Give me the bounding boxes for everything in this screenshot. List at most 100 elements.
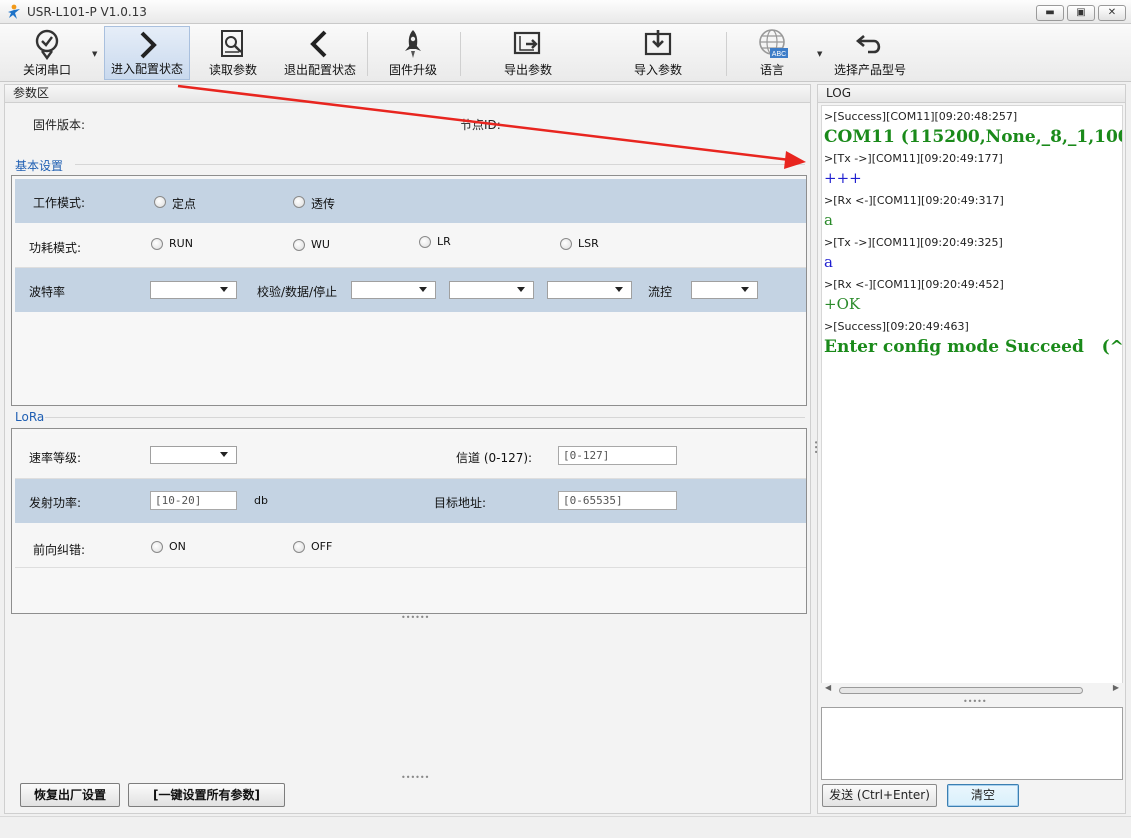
flow-control-select[interactable] (691, 281, 758, 299)
scroll-left-icon[interactable]: ◀ (825, 683, 831, 692)
lora-settings-title: LoRa (15, 410, 45, 424)
chevron-down-icon (741, 287, 749, 292)
rate-level-select[interactable] (150, 446, 237, 464)
log-rx-line: +OK (824, 295, 861, 313)
target-address-input[interactable]: [0-65535] (558, 491, 677, 510)
send-button[interactable]: 发送 (Ctrl+Enter) (822, 784, 937, 807)
power-mode-lr-radio[interactable] (419, 236, 431, 248)
language-button[interactable]: ABC 语言 (740, 26, 804, 80)
stop-bits-select[interactable] (547, 281, 632, 299)
firmware-upgrade-label: 固件升级 (388, 63, 437, 77)
splitter-handle[interactable]: ••••• (963, 697, 987, 706)
firmware-upgrade-button[interactable]: 固件升级 (380, 26, 446, 80)
enter-config-label: 进入配置状态 (110, 62, 183, 76)
fec-off-radio[interactable] (293, 541, 305, 553)
read-params-label: 读取参数 (208, 63, 257, 77)
basic-settings-title: 基本设置 (15, 159, 64, 173)
parity-data-stop-label: 校验/数据/停止 (257, 285, 338, 299)
chevron-down-icon (220, 287, 228, 292)
log-tx-line: +++ (824, 169, 862, 187)
chevron-down-icon (517, 287, 525, 292)
log-meta-line: >[Tx ->][COM11][09:20:49:177] (824, 152, 1003, 165)
send-text-area[interactable] (821, 707, 1123, 780)
work-mode-fixed-radio[interactable] (154, 196, 166, 208)
rate-level-label: 速率等级: (29, 451, 82, 465)
globe-icon: ABC (759, 29, 788, 58)
log-panel: LOG >[Success][COM11][09:20:48:257] COM1… (817, 84, 1126, 814)
baud-rate-select[interactable] (150, 281, 237, 299)
parity-select[interactable] (351, 281, 436, 299)
power-mode-wu-label: WU (311, 238, 330, 251)
group-divider (75, 164, 805, 165)
chevron-down-icon (220, 452, 228, 457)
work-mode-transparent-radio[interactable] (293, 196, 305, 208)
parameter-panel: 参数区 固件版本: 节点ID: 基本设置 工作模式: 定点 透传 功耗模式: R… (4, 84, 811, 814)
set-all-params-button[interactable]: [一键设置所有参数] (128, 783, 285, 807)
fec-on-radio[interactable] (151, 541, 163, 553)
exit-config-button[interactable]: 退出配置状态 (280, 26, 360, 80)
minimize-icon: ▬ (1045, 7, 1055, 18)
enter-config-button[interactable]: 进入配置状态 (104, 26, 190, 80)
data-bits-select[interactable] (449, 281, 534, 299)
splitter-handle[interactable]: •••••• (401, 773, 429, 782)
title-bar: USR-L101-P V1.0.13 ▬ ▣ ✕ (0, 0, 1131, 24)
splitter-handle[interactable]: •••••• (401, 613, 429, 622)
maximize-button[interactable]: ▣ (1067, 5, 1095, 21)
undo-arrow-icon (855, 35, 881, 54)
log-meta-line: >[Tx ->][COM11][09:20:49:325] (824, 236, 1003, 249)
chevron-down-icon[interactable]: ▼ (92, 50, 97, 58)
close-button[interactable]: ✕ (1098, 5, 1126, 21)
work-mode-label: 工作模式: (33, 196, 86, 210)
toolbar-separator (726, 32, 727, 76)
window-title: USR-L101-P V1.0.13 (27, 5, 147, 19)
power-mode-wu-radio[interactable] (293, 239, 305, 251)
fec-row: 前向纠错: ON OFF (15, 523, 806, 568)
restore-factory-button[interactable]: 恢复出厂设置 (20, 783, 120, 807)
toolbar-separator (367, 32, 368, 76)
log-horizontal-scrollbar[interactable]: ◀ ▶ (821, 683, 1123, 697)
minimize-button[interactable]: ▬ (1036, 5, 1064, 21)
import-icon (644, 30, 672, 56)
toolbar: 关闭串口 ▼ 进入配置状态 读取参数 退出配置状态 固件升级 导出参数 导入参数… (0, 24, 1131, 82)
basic-settings-group: 工作模式: 定点 透传 功耗模式: RUN WU LR LSR 波特率 校验/数… (11, 175, 807, 406)
power-mode-lsr-radio[interactable] (560, 238, 572, 250)
tx-power-input[interactable]: [10-20] (150, 491, 237, 510)
clear-button[interactable]: 清空 (947, 784, 1019, 807)
power-mode-run-radio[interactable] (151, 238, 163, 250)
fec-on-label: ON (169, 540, 186, 553)
scroll-right-icon[interactable]: ▶ (1113, 683, 1119, 692)
log-meta-line: >[Success][COM11][09:20:48:257] (824, 110, 1018, 123)
maximize-icon: ▣ (1076, 7, 1086, 18)
chevron-right-icon (140, 31, 157, 59)
scrollbar-thumb[interactable] (839, 687, 1083, 694)
power-mode-lr-label: LR (437, 235, 451, 248)
select-product-button[interactable]: 选择产品型号 (830, 26, 910, 80)
close-port-label: 关闭串口 (22, 63, 71, 77)
channel-label: 信道 (0-127): (456, 451, 533, 465)
toolbar-separator (460, 32, 461, 76)
close-port-button[interactable]: 关闭串口 (14, 26, 80, 80)
log-success-line: Enter config mode Succeed (^_^) (824, 337, 1123, 357)
channel-input[interactable]: [0-127] (558, 446, 677, 465)
flow-control-label: 流控 (648, 285, 673, 299)
export-icon (513, 31, 541, 55)
tx-power-label: 发射功率: (29, 496, 82, 510)
log-tx-line: a (824, 253, 833, 271)
chevron-down-icon (615, 287, 623, 292)
power-mode-label: 功耗模式: (29, 241, 82, 255)
log-output: >[Success][COM11][09:20:48:257] COM11 (1… (821, 105, 1123, 688)
rocket-icon (405, 30, 421, 58)
tx-power-unit: db (254, 494, 268, 507)
document-search-icon (221, 30, 243, 57)
serial-config-row: 波特率 校验/数据/停止 流控 (15, 268, 806, 312)
chevron-down-icon[interactable]: ▼ (817, 50, 822, 58)
status-bar (0, 816, 1131, 838)
node-id-label: 节点ID: (460, 118, 501, 132)
read-params-button[interactable]: 读取参数 (200, 26, 266, 80)
app-logo-icon (8, 4, 20, 19)
work-mode-fixed-label: 定点 (172, 197, 197, 211)
exit-config-label: 退出配置状态 (283, 63, 356, 77)
export-params-button[interactable]: 导出参数 (495, 26, 561, 80)
import-params-button[interactable]: 导入参数 (625, 26, 691, 80)
fec-label: 前向纠错: (33, 543, 86, 557)
